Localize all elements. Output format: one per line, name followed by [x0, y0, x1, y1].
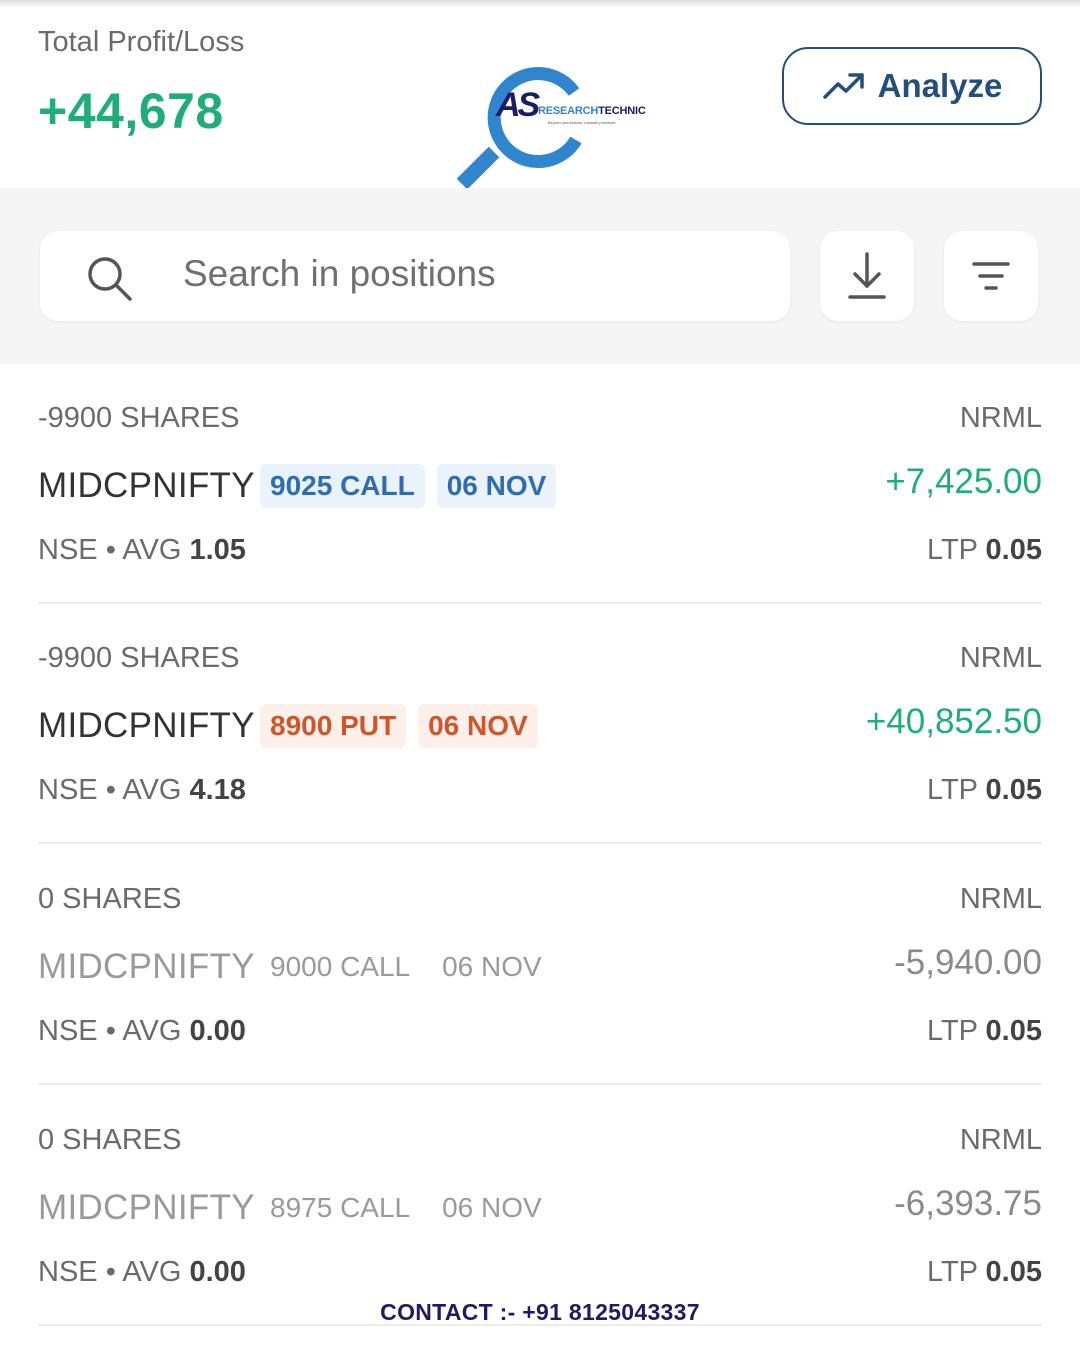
download-icon: [848, 252, 886, 299]
position-row[interactable]: 0 SHARES NRML MIDCPNIFTY 8975 CALL 06 NO…: [38, 1086, 1042, 1326]
download-button[interactable]: [820, 231, 914, 321]
position-shares: 0 SHARES: [38, 883, 182, 915]
position-symbol: MIDCPNIFTY: [38, 466, 255, 505]
expiry-badge: 06 NOV: [418, 704, 538, 748]
position-product: NRML: [959, 883, 1042, 915]
position-row[interactable]: -9900 SHARES NRML MIDCPNIFTY 8900 PUT 06…: [38, 604, 1042, 844]
magnifier-logo-icon: [456, 67, 582, 190]
position-ltp: LTP 0.05: [926, 1015, 1042, 1047]
search-placeholder: Search in positions: [183, 253, 496, 294]
filter-icon: [972, 262, 1010, 290]
position-row[interactable]: -9900 SHARES NRML MIDCPNIFTY 9025 CALL 0…: [38, 364, 1042, 604]
position-ltp: LTP 0.05: [926, 1256, 1042, 1288]
position-row[interactable]: 0 SHARES NRML MIDCPNIFTY 9000 CALL 06 NO…: [38, 845, 1042, 1085]
logo-name: RESEARCHTECHNIC: [538, 105, 646, 117]
expiry-badge: 06 NOV: [442, 951, 542, 982]
position-tags: 8900 PUT 06 NOV: [260, 704, 538, 748]
trending-up-icon: [822, 73, 864, 99]
position-pnl: -5,940.00: [894, 943, 1042, 982]
position-ltp: LTP 0.05: [926, 774, 1042, 806]
position-tags: 9000 CALL 06 NOV: [260, 945, 552, 989]
expiry-badge: 06 NOV: [436, 464, 557, 508]
position-shares: 0 SHARES: [38, 1124, 182, 1156]
strike-badge: 8975 CALL: [270, 1192, 411, 1223]
position-ltp: LTP 0.05: [926, 534, 1042, 566]
filter-button[interactable]: [944, 231, 1038, 321]
watermark-logo: AS RESEARCHTECHNIC Beyond predictions, t…: [452, 58, 646, 196]
position-product: NRML: [959, 1124, 1042, 1156]
position-meta: NSE • AVG 1.05: [38, 534, 246, 566]
position-product: NRML: [959, 402, 1042, 434]
position-pnl: +7,425.00: [885, 462, 1042, 501]
strike-badge: 8900 PUT: [260, 704, 407, 748]
analyze-button[interactable]: Analyze: [782, 47, 1042, 125]
position-shares: -9900 SHARES: [38, 402, 240, 434]
analyze-label: Analyze: [877, 67, 1003, 104]
search-input[interactable]: Search in positions: [40, 231, 790, 321]
position-product: NRML: [959, 642, 1042, 674]
position-meta: NSE • AVG 4.18: [38, 774, 246, 806]
position-symbol: MIDCPNIFTY: [38, 706, 255, 745]
contact-banner: CONTACT :- +91 8125043337: [380, 1299, 700, 1325]
position-meta: NSE • AVG 0.00: [38, 1256, 246, 1288]
position-pnl: -6,393.75: [894, 1184, 1042, 1223]
pnl-header: Total Profit/Loss +44,678 AS RESEARCHTEC…: [0, 0, 1080, 190]
position-symbol: MIDCPNIFTY: [38, 947, 255, 986]
position-tags: 9025 CALL 06 NOV: [260, 464, 557, 508]
total-pl-label: Total Profit/Loss: [38, 26, 245, 58]
strike-badge: 9025 CALL: [260, 464, 425, 508]
position-symbol: MIDCPNIFTY: [38, 1188, 255, 1227]
position-pnl: +40,852.50: [865, 702, 1042, 741]
strike-badge: 9000 CALL: [270, 951, 411, 982]
search-icon: [88, 257, 132, 301]
logo-tagline: Beyond predictions, towards precision.: [548, 120, 617, 125]
logo-mark: AS: [496, 86, 540, 124]
position-meta: NSE • AVG 0.00: [38, 1015, 246, 1047]
position-tags: 8975 CALL 06 NOV: [260, 1186, 552, 1230]
expiry-badge: 06 NOV: [442, 1192, 542, 1223]
position-shares: -9900 SHARES: [38, 642, 240, 674]
total-pl-value: +44,678: [38, 83, 224, 139]
